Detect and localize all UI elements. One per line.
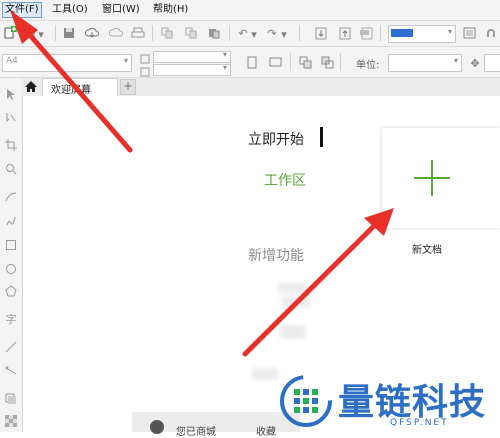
pdf-icon[interactable]: [360, 26, 374, 40]
redo-icon[interactable]: ↷: [265, 26, 279, 40]
full-screen-icon[interactable]: [462, 26, 476, 40]
transparency-tool-icon[interactable]: [4, 414, 18, 428]
home-icon[interactable]: [24, 80, 38, 96]
store-link[interactable]: 您已商城: [176, 423, 216, 438]
export-icon[interactable]: [338, 26, 352, 40]
menu-tools[interactable]: 工具(O): [50, 3, 90, 17]
print-icon[interactable]: [131, 26, 145, 40]
page-size-dropdown[interactable]: A4 ▾: [2, 54, 132, 72]
text-tool-icon[interactable]: 字: [4, 312, 18, 326]
blurred-nav-item: [278, 283, 308, 293]
nav-whats-new[interactable]: 新增功能: [248, 245, 304, 265]
cloud-upload-icon[interactable]: [109, 26, 123, 40]
chevron-down-icon: ▾: [447, 27, 452, 36]
nav-active-indicator: [320, 127, 323, 147]
page-size-value: A4: [6, 56, 18, 66]
toolbar-separator: [55, 25, 56, 41]
toolbox: 字: [0, 78, 23, 432]
menu-bar: 文件(F) 工具(O) 窗口(W) 帮助(H): [0, 0, 500, 21]
toolbar-separator: [299, 25, 300, 41]
toolbar-separator: [380, 25, 381, 41]
watermark-subtext: QFSP.NET: [390, 418, 449, 428]
copy-icon[interactable]: [184, 26, 198, 40]
chevron-down-icon[interactable]: ▾: [36, 27, 46, 41]
import-icon[interactable]: [314, 26, 328, 40]
bottom-panel: 您已商城 收藏: [132, 412, 300, 438]
tab-welcome-screen[interactable]: 欢迎屏幕: [42, 78, 118, 97]
current-page-icon[interactable]: [320, 55, 334, 69]
height-icon: [140, 65, 150, 79]
width-icon: [140, 52, 150, 66]
open-icon[interactable]: [22, 26, 36, 40]
watermark: 量链科技 QFSP.NET: [280, 373, 500, 432]
new-document-label[interactable]: 新文档: [412, 241, 442, 256]
shadow-tool-icon[interactable]: [4, 392, 18, 406]
pick-tool-icon[interactable]: [4, 87, 18, 101]
undo-dropdown-icon[interactable]: ▾: [250, 27, 258, 41]
nudge-distance-field[interactable]: [484, 54, 500, 72]
blurred-nav-item: [280, 325, 306, 339]
toolbar-separator: [152, 25, 153, 41]
save-icon[interactable]: [62, 26, 76, 40]
blurred-nav-item: [282, 296, 310, 308]
new-document-icon[interactable]: [3, 26, 17, 40]
zoom-level-dropdown[interactable]: ▾: [388, 25, 456, 43]
standard-toolbar: ▾ ↶ ▾ ↷ ▾ ▾: [0, 21, 500, 47]
nav-workspace[interactable]: 工作区: [264, 170, 306, 190]
connector-tool-icon[interactable]: [4, 364, 18, 378]
chevron-down-icon: ▾: [123, 56, 128, 65]
toolbar-separator: [340, 53, 341, 71]
blurred-nav-item: [252, 368, 278, 380]
property-bar: A4 ▾ ▾ ▾ 单位: ▾ ✥: [0, 47, 500, 78]
redo-dropdown-icon[interactable]: ▾: [280, 27, 288, 41]
page-width-field[interactable]: ▾: [153, 50, 231, 63]
spinner-icon: ▾: [222, 63, 227, 72]
units-label: 单位:: [356, 60, 380, 71]
polygon-tool-icon[interactable]: [4, 284, 18, 298]
spinner-icon: ▾: [222, 50, 227, 59]
crop-tool-icon[interactable]: [4, 138, 18, 152]
watermark-logo: [280, 375, 332, 430]
page-height-field[interactable]: ▾: [153, 63, 231, 76]
plus-icon: [412, 158, 452, 201]
document-tab-strip: 欢迎屏幕 +: [22, 78, 500, 97]
units-dropdown[interactable]: ▾: [388, 54, 462, 72]
toolbar-separator: [229, 25, 230, 41]
add-tab-icon[interactable]: +: [120, 79, 136, 95]
freehand-tool-icon[interactable]: [4, 190, 18, 204]
cut-icon[interactable]: [160, 26, 174, 40]
snap-to-icon[interactable]: [484, 26, 498, 40]
menu-help[interactable]: 帮助(H): [151, 3, 190, 17]
ellipse-tool-icon[interactable]: [4, 262, 18, 276]
portrait-icon[interactable]: [245, 55, 259, 69]
tab-label: 欢迎屏幕: [51, 85, 91, 96]
zoom-value-highlight: [391, 29, 413, 37]
artistic-media-icon[interactable]: [4, 214, 18, 228]
rectangle-tool-icon[interactable]: [4, 238, 18, 252]
all-pages-icon[interactable]: [298, 55, 312, 69]
nudge-icon[interactable]: ✥: [468, 56, 482, 70]
favorites-link[interactable]: 收藏: [256, 423, 276, 438]
new-document-card[interactable]: [382, 128, 500, 228]
chevron-down-icon: ▾: [453, 56, 458, 65]
dimension-tool-icon[interactable]: [4, 340, 18, 354]
cloud-download-icon[interactable]: [85, 26, 99, 40]
landscape-icon[interactable]: [268, 55, 282, 69]
menu-file[interactable]: 文件(F): [2, 2, 42, 18]
toolbar-separator: [290, 53, 291, 71]
undo-icon[interactable]: ↶: [236, 26, 250, 40]
zoom-tool-icon[interactable]: [4, 162, 18, 176]
paste-icon[interactable]: [207, 26, 221, 40]
menu-window[interactable]: 窗口(W): [100, 3, 142, 17]
shape-tool-icon[interactable]: [4, 110, 18, 124]
nav-get-started[interactable]: 立即开始: [248, 129, 304, 149]
